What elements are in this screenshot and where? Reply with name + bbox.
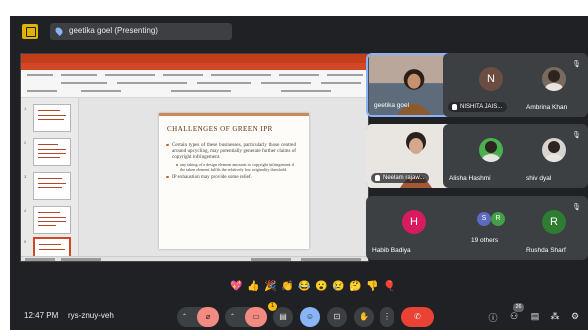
- leave-call-button[interactable]: ✆: [401, 307, 434, 327]
- hand-raised-icon: [375, 175, 380, 181]
- chevron-up-icon[interactable]: ⌃: [230, 307, 235, 327]
- reactions-button[interactable]: ☺: [300, 307, 320, 327]
- slide-sub-bullet: any taking of a design element amounts t…: [176, 162, 296, 172]
- clap-reaction[interactable]: 👏: [281, 280, 294, 293]
- present-button[interactable]: ⊡: [327, 307, 347, 327]
- shared-screen[interactable]: 1 2 3 4 5 CHALLENGES OF GREEN IPR Certai…: [20, 53, 369, 262]
- participant-name: NISHITA JAIS...: [460, 104, 503, 110]
- participant-name: Habib Badiya: [372, 247, 411, 254]
- avatar: S: [477, 212, 491, 226]
- host-controls-icon[interactable]: ⚙: [569, 311, 581, 322]
- presenter-label: geetika goel (Presenting): [69, 26, 158, 35]
- participant-tile[interactable]: 🎙 shiv dyal: [520, 124, 588, 188]
- hand-raised-label: NISHITA JAIS...: [448, 102, 508, 112]
- slide-bullet: Certain types of these businesses, parti…: [166, 142, 296, 160]
- powerpoint-ribbon: [21, 54, 368, 98]
- slide-title: CHALLENGES OF GREEN IPR: [167, 125, 273, 133]
- participant-name: Rushda Sharf: [526, 247, 566, 254]
- avatar: [542, 67, 566, 91]
- people-icon[interactable]: ⚇: [508, 311, 520, 322]
- laugh-reaction[interactable]: 😂: [298, 280, 311, 293]
- current-slide[interactable]: CHALLENGES OF GREEN IPR Certain types of…: [159, 113, 309, 249]
- info-icon[interactable]: ⓘ: [487, 311, 499, 324]
- presenter-pill[interactable]: geetika goel (Presenting): [50, 23, 232, 40]
- avatar: R: [542, 210, 566, 234]
- raise-hand-button[interactable]: ✋: [354, 307, 374, 327]
- participant-name: shiv dyal: [526, 175, 552, 182]
- participant-tile[interactable]: 🎙 Ambrina Khan: [520, 53, 588, 117]
- heart-reaction[interactable]: 💖: [230, 280, 243, 293]
- pin-icon: [54, 26, 64, 36]
- slide-thumbnail[interactable]: [33, 138, 71, 166]
- avatar: R: [491, 212, 505, 226]
- title-bar: [21, 54, 368, 63]
- surprised-reaction[interactable]: 😮: [315, 280, 328, 293]
- meeting-code: rys-znuy-veh: [68, 311, 114, 320]
- balloon-reaction[interactable]: 🎈: [383, 280, 396, 293]
- slide-body: Certain types of these businesses, parti…: [166, 142, 296, 180]
- slide-thumbnail[interactable]: [33, 206, 71, 234]
- more-options-button[interactable]: ⋮: [380, 307, 394, 327]
- sad-reaction[interactable]: 😢: [332, 280, 345, 293]
- participant-tile[interactable]: 🎙 R Rushda Sharf: [520, 196, 588, 260]
- activities-icon[interactable]: ⁂: [549, 311, 561, 322]
- slide-thumbnail[interactable]: [33, 104, 71, 132]
- people-count: 26: [513, 303, 524, 312]
- hand-raised-label: Neelam rajaw...: [371, 173, 430, 183]
- captions-button[interactable]: ▤: [273, 307, 293, 327]
- avatar: H: [402, 210, 426, 234]
- camera-off-icon: ▭: [245, 307, 267, 327]
- others-count: 19 others: [471, 237, 499, 244]
- participant-name: Ambrina Khan: [526, 104, 568, 111]
- status-bar: [21, 256, 368, 261]
- participant-name: geetika goel: [374, 102, 410, 109]
- control-bar: 12:47 PM rys-znuy-veh ⌃ ⌀ ⌃ ▭ 1 ▤ ☺ ⊡ ✋ …: [10, 302, 588, 330]
- slide-bullet: IP exhaustion may provide some relief.: [166, 174, 296, 180]
- hand-raised-icon: [452, 104, 457, 110]
- chevron-up-icon[interactable]: ⌃: [182, 307, 187, 327]
- party-reaction[interactable]: 🎉: [264, 280, 277, 293]
- thinking-reaction[interactable]: 🤔: [349, 280, 362, 293]
- slide-canvas: CHALLENGES OF GREEN IPR Certain types of…: [79, 98, 368, 256]
- avatar: N: [479, 67, 503, 91]
- slide-accent-rule: [159, 113, 309, 116]
- chat-icon[interactable]: ▤: [529, 311, 541, 322]
- present-screen-icon[interactable]: [22, 24, 38, 39]
- camera-button[interactable]: ⌃ ▭: [225, 307, 267, 327]
- presenting-bar: geetika goel (Presenting): [10, 16, 588, 46]
- participant-name: Neelam rajaw...: [383, 175, 425, 181]
- mic-off-icon: 🎙: [572, 61, 581, 68]
- avatar: [479, 138, 503, 162]
- reaction-bar: 💖 👍 🎉 👏 😂 😮 😢 🤔 👎 🎈: [230, 280, 420, 294]
- mic-off-icon: 🎙: [572, 132, 581, 139]
- mic-off-icon: ⌀: [197, 307, 219, 327]
- ribbon-tabs: [21, 63, 368, 70]
- slide-thumbnails[interactable]: 1 2 3 4 5: [21, 98, 79, 261]
- participant-name: Alisha Hashmi: [449, 175, 491, 182]
- thumbs-down-reaction[interactable]: 👎: [366, 280, 379, 293]
- mic-off-icon: 🎙: [572, 204, 581, 211]
- microphone-button[interactable]: ⌃ ⌀: [177, 307, 219, 327]
- ribbon-tools: [21, 70, 368, 98]
- slide-thumbnail[interactable]: [33, 172, 71, 200]
- avatar: [542, 138, 566, 162]
- meet-window: geetika goel (Presenting) 1 2 3 4 5 CHAL…: [10, 16, 588, 330]
- clock: 12:47 PM: [24, 311, 59, 320]
- thumbs-up-reaction[interactable]: 👍: [247, 280, 260, 293]
